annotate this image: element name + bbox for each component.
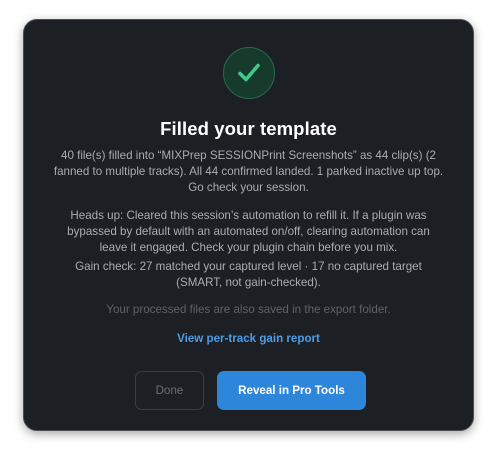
completion-dialog: Filled your template 40 file(s) filled i… bbox=[23, 19, 474, 431]
gain-report-link[interactable]: View per-track gain report bbox=[24, 332, 473, 345]
gain-check-text: Gain check: 27 matched your captured lev… bbox=[75, 260, 422, 289]
dialog-title: Filled your template bbox=[160, 118, 337, 139]
reveal-in-pro-tools-button[interactable]: Reveal in Pro Tools bbox=[217, 371, 366, 410]
success-badge bbox=[222, 47, 275, 99]
export-note-text: Your processed files are also saved in t… bbox=[106, 303, 391, 316]
summary-text: 40 file(s) filled into “MIXPrep SESSIONP… bbox=[53, 149, 444, 194]
checkmark-icon bbox=[237, 63, 260, 82]
automation-warning-text: Heads up: Cleared this session’s automat… bbox=[67, 209, 430, 254]
done-button[interactable]: Done bbox=[135, 371, 204, 410]
